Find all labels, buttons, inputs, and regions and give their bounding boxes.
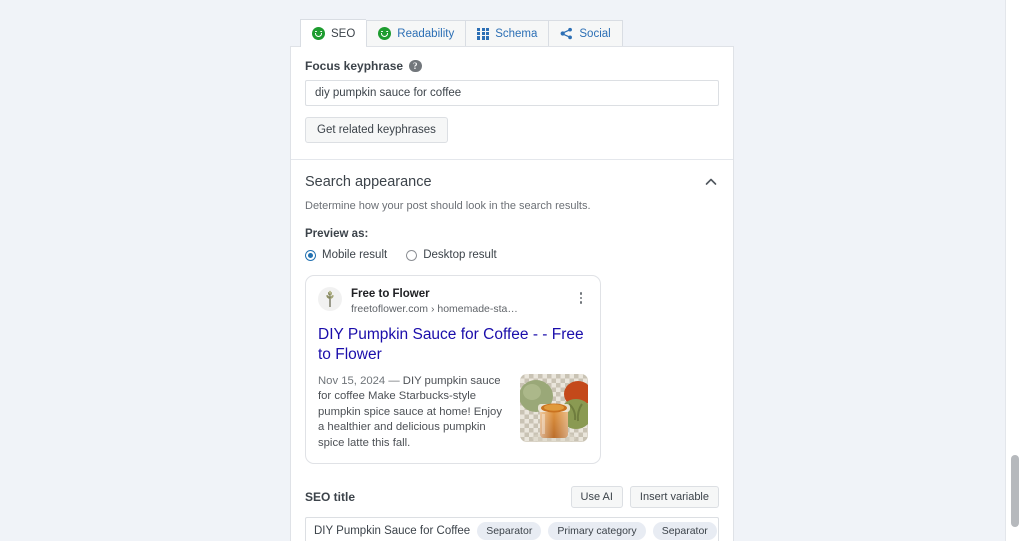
tab-seo-label: SEO xyxy=(331,27,356,40)
preview-as-radio-group: Mobile result Desktop result xyxy=(291,240,733,261)
variable-pill-primary-category[interactable]: Primary category xyxy=(548,522,646,541)
variable-pill-separator-2[interactable]: Separator xyxy=(652,522,717,541)
insert-variable-button[interactable]: Insert variable xyxy=(629,486,719,509)
smiley-green-icon xyxy=(378,27,392,40)
smiley-green-icon xyxy=(312,27,325,40)
serp-thumbnail xyxy=(520,374,588,442)
radio-desktop-result-label: Desktop result xyxy=(423,249,497,261)
search-appearance-description: Determine how your post should look in t… xyxy=(305,200,591,212)
tab-schema[interactable]: Schema xyxy=(465,20,549,46)
tab-readability[interactable]: Readability xyxy=(366,20,466,46)
get-related-keyphrases-button[interactable]: Get related keyphrases xyxy=(305,117,448,143)
favicon xyxy=(318,287,342,311)
tab-social-label: Social xyxy=(579,27,611,40)
radio-mobile-result-input[interactable] xyxy=(305,249,316,261)
seo-title-header: SEO title Use AI Insert variable xyxy=(291,486,733,509)
seo-title-buttons: Use AI Insert variable xyxy=(570,486,719,509)
radio-mobile-result-label: Mobile result xyxy=(322,249,388,261)
pumpkin-sauce-photo xyxy=(520,374,588,442)
search-appearance-section: Search appearance Determine how your pos… xyxy=(291,160,733,541)
grid-icon xyxy=(477,27,490,40)
use-ai-button[interactable]: Use AI xyxy=(570,486,623,509)
seo-panel: Focus keyphrase ? Get related keyphrases… xyxy=(290,46,734,541)
serp-url: freetoflower.com › homemade-sta… xyxy=(351,303,518,315)
radio-mobile-result[interactable]: Mobile result xyxy=(305,249,387,261)
serp-preview-card[interactable]: Free to Flower freetoflower.com › homema… xyxy=(305,275,601,465)
vertical-scrollbar-thumb[interactable] xyxy=(1011,455,1019,527)
seo-title-label: SEO title xyxy=(305,490,356,505)
serp-preview-wrap: Free to Flower freetoflower.com › homema… xyxy=(291,261,733,482)
focus-keyphrase-input[interactable] xyxy=(305,80,719,106)
radio-desktop-result-input[interactable] xyxy=(406,249,418,261)
radio-desktop-result[interactable]: Desktop result xyxy=(406,249,497,261)
focus-keyphrase-label: Focus keyphrase xyxy=(305,59,404,73)
screen: SEO Readability Schema Social Focus keyp… xyxy=(0,0,1024,541)
tab-social[interactable]: Social xyxy=(548,20,623,46)
serp-site-info: Free to Flower freetoflower.com › homema… xyxy=(351,287,565,316)
serp-date-separator: — xyxy=(388,375,400,387)
preview-as-label: Preview as: xyxy=(305,228,369,240)
tab-readability-label: Readability xyxy=(397,27,455,40)
help-icon[interactable]: ? xyxy=(409,59,422,73)
flower-icon xyxy=(326,290,334,307)
variable-pill-separator-1[interactable]: Separator xyxy=(477,522,542,541)
seo-title-text: DIY Pumpkin Sauce for Coffee xyxy=(314,525,471,538)
more-options-icon[interactable] xyxy=(574,289,588,307)
search-appearance-title: Search appearance xyxy=(305,174,432,190)
serp-title[interactable]: DIY Pumpkin Sauce for Coffee - - Free to… xyxy=(318,325,588,365)
search-appearance-header[interactable]: Search appearance xyxy=(291,160,733,190)
focus-keyphrase-label-row: Focus keyphrase ? xyxy=(305,59,719,73)
serp-description: Nov 15, 2024 — DIY pumpkin sauce for cof… xyxy=(318,374,510,451)
chevron-up-icon[interactable] xyxy=(703,174,719,190)
serp-body: Nov 15, 2024 — DIY pumpkin sauce for cof… xyxy=(318,374,588,451)
yoast-tab-bar: SEO Readability Schema Social xyxy=(300,19,623,47)
serp-site-name: Free to Flower xyxy=(351,288,430,300)
focus-keyphrase-section: Focus keyphrase ? Get related keyphrases xyxy=(291,47,733,160)
vertical-scrollbar[interactable] xyxy=(1011,0,1023,541)
tab-seo[interactable]: SEO xyxy=(300,19,367,47)
share-icon xyxy=(560,27,573,40)
tab-schema-label: Schema xyxy=(495,27,538,40)
serp-date: Nov 15, 2024 xyxy=(318,375,386,387)
serp-header: Free to Flower freetoflower.com › homema… xyxy=(318,287,588,316)
seo-title-input[interactable]: DIY Pumpkin Sauce for Coffee Separator P… xyxy=(305,517,719,541)
